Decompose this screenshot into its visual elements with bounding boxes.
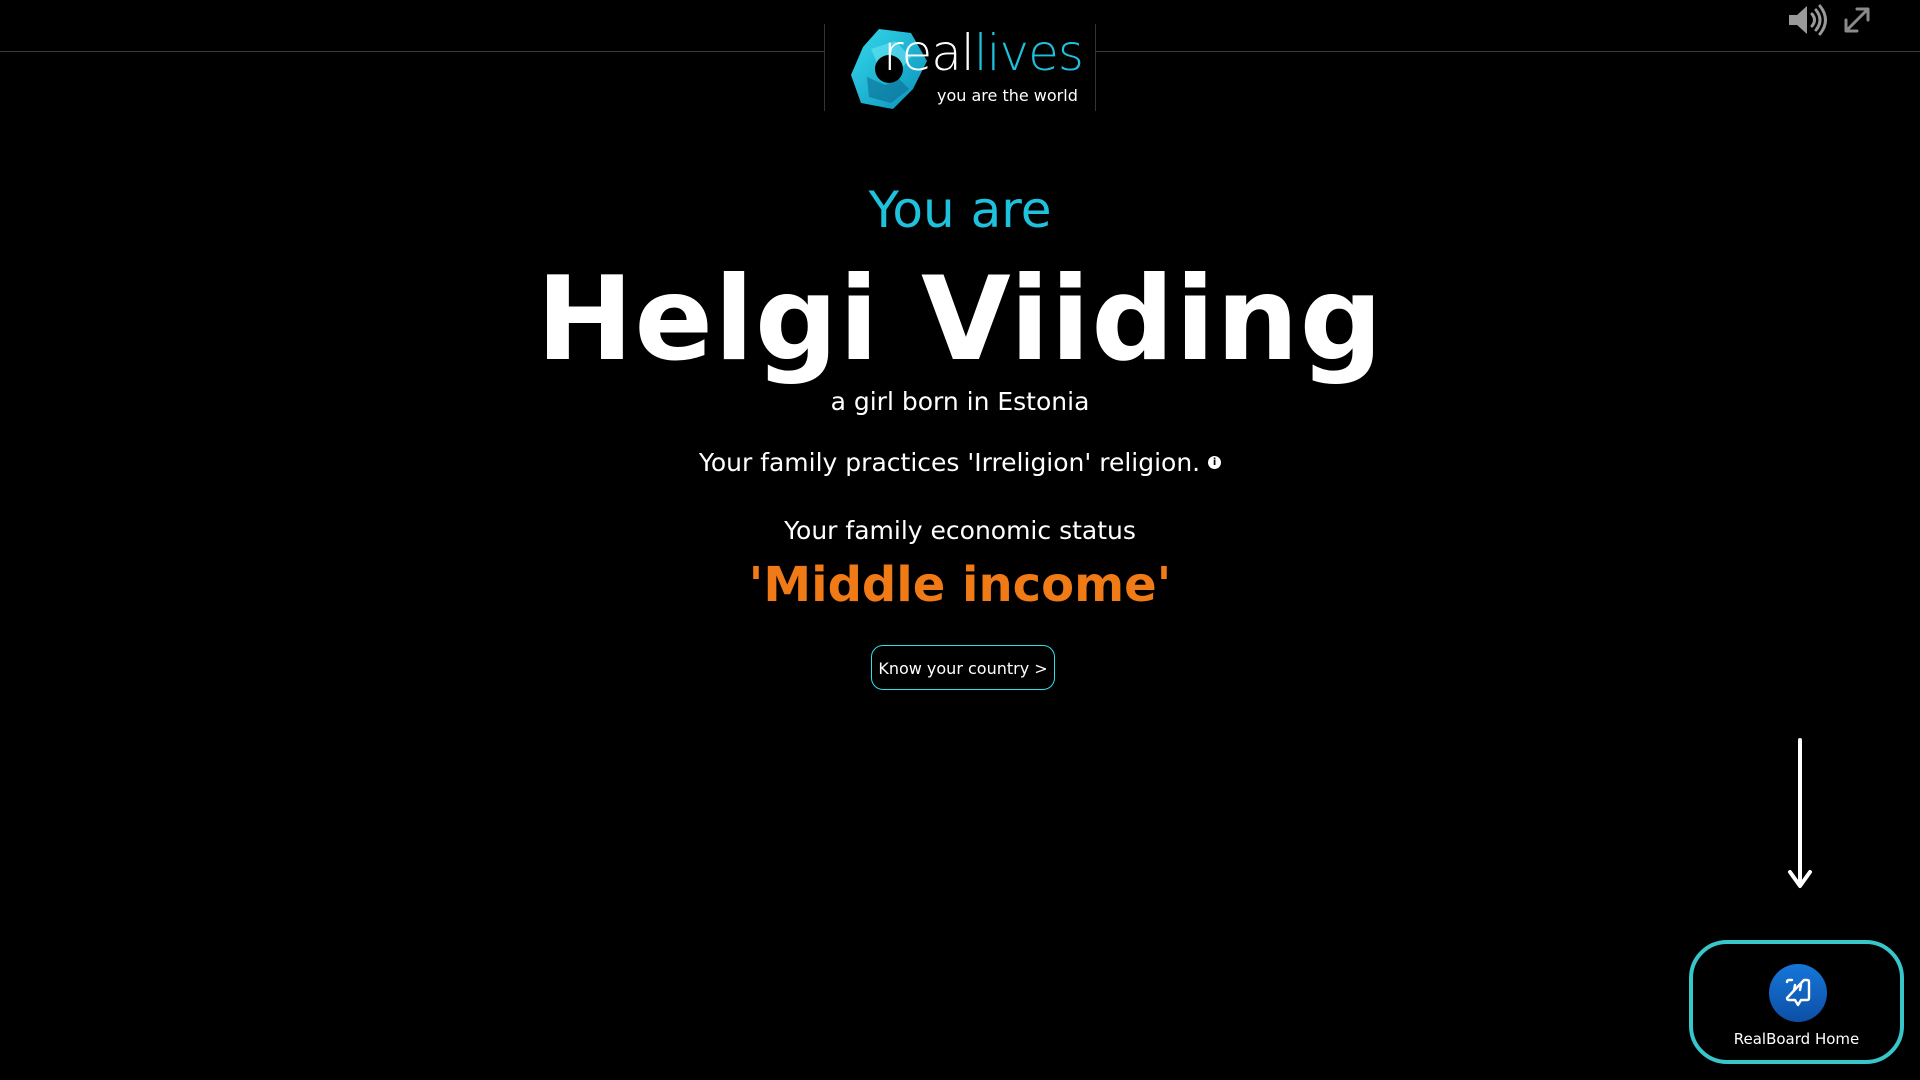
- realboard-home-label: RealBoard Home: [1733, 1030, 1860, 1048]
- speaker-volume-icon[interactable]: [1787, 4, 1829, 36]
- realboard-icon-circle: [1769, 964, 1827, 1022]
- character-name: Helgi Viiding: [536, 252, 1384, 387]
- religion-text: Your family practices 'Irreligion' relig…: [698, 448, 1201, 477]
- info-icon[interactable]: i: [1208, 455, 1222, 469]
- religion-line: Your family practices 'Irreligion' relig…: [0, 445, 1920, 481]
- birth-description: a girl born in Estonia: [830, 387, 1090, 416]
- brand-logo: reallives you are the world: [824, 24, 1096, 111]
- brand-tagline: you are the world: [937, 86, 1078, 105]
- intro-heading: You are: [868, 181, 1052, 239]
- realboard-home-button[interactable]: RealBoard Home: [1689, 940, 1904, 1064]
- chat-quote-icon: [1785, 978, 1811, 1007]
- brand-wordmark: reallives: [883, 24, 1084, 82]
- know-your-country-button[interactable]: Know your country >: [871, 645, 1055, 690]
- down-arrow-icon: [1788, 738, 1812, 888]
- economic-status-value: 'Middle income': [748, 557, 1172, 613]
- economic-status-label: Your family economic status: [784, 516, 1136, 545]
- expand-arrows-icon[interactable]: [1843, 6, 1871, 34]
